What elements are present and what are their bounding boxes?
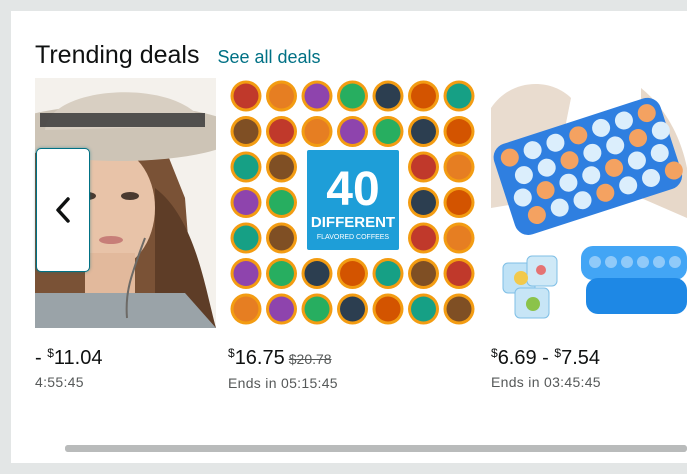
section-title: Trending deals xyxy=(35,41,200,69)
coffee-pod-label xyxy=(304,83,330,109)
coffee-pod-label xyxy=(375,83,401,109)
coffee-pod-label xyxy=(446,261,472,286)
list-price: $20.78 xyxy=(288,351,332,367)
deal-price: - $11.04 xyxy=(35,341,216,370)
carousel-prev-button[interactable] xyxy=(36,148,90,272)
stack-cell xyxy=(637,256,649,268)
deal-price: $16.75 $20.78 xyxy=(228,341,478,371)
coffee-pod-label xyxy=(340,83,365,109)
price-high: 7.54 xyxy=(561,347,601,369)
currency-symbol-low: $ xyxy=(491,346,498,360)
coffee-pod-label xyxy=(411,190,436,215)
coffee-pod-label xyxy=(411,83,436,109)
coffee-pod-label xyxy=(269,119,294,144)
coffee-pod-label xyxy=(411,261,436,286)
deal-timer: Ends in 03:45:45 xyxy=(491,374,687,390)
product-image-coffee[interactable]: 40 DIFFERENT FLAVORED COFFEES xyxy=(228,78,478,328)
coffee-pod-label xyxy=(233,225,259,251)
timer-label: Ends in xyxy=(228,375,277,391)
coffee-pod-label xyxy=(233,119,259,144)
stack-cell xyxy=(621,256,633,268)
timer-value: 05:15:45 xyxy=(281,375,338,391)
coffee-pod-label xyxy=(269,261,294,286)
coffee-pod-label xyxy=(340,119,365,144)
currency-symbol: $ xyxy=(228,346,235,360)
coffee-pod-label xyxy=(411,119,436,144)
coffee-pod-label xyxy=(446,83,472,109)
badge-line2: FLAVORED COFFEES xyxy=(317,234,390,241)
stack-cell xyxy=(589,256,601,268)
coffee-pod-label xyxy=(411,296,436,322)
product-image-ice-tray[interactable] xyxy=(491,78,687,328)
timer-value: 03:45:45 xyxy=(544,374,601,390)
deal-timer: 4:55:45 xyxy=(35,374,216,390)
coffee-pod-label xyxy=(233,296,259,322)
stack-cell xyxy=(605,256,617,268)
coffee-pod-label xyxy=(375,119,401,144)
stack-cell xyxy=(669,256,681,268)
coffee-pod-label xyxy=(340,261,365,286)
coffee-pod-label xyxy=(375,261,401,286)
coffee-pod-label xyxy=(446,190,472,215)
badge-number: 40 xyxy=(326,163,379,216)
price-separator: - xyxy=(536,347,555,369)
coffee-pod-label xyxy=(269,83,294,109)
carousel-scrollbar[interactable] xyxy=(65,445,687,452)
coffee-pod-label xyxy=(269,190,294,215)
section-header: Trending deals See all deals xyxy=(35,39,321,71)
timer-value: 4:55:45 xyxy=(35,374,84,390)
coffee-pod-label xyxy=(340,296,365,322)
coffee-pod-label xyxy=(375,296,401,322)
see-all-deals-link[interactable]: See all deals xyxy=(217,47,320,68)
deal-timer: Ends in 05:15:45 xyxy=(228,375,478,391)
price-value: 11.04 xyxy=(53,347,103,369)
coffee-pod-label xyxy=(304,296,330,322)
price-prefix: - xyxy=(35,347,48,369)
deal-price: $6.69 - $7.54 xyxy=(491,341,687,370)
chevron-left-icon xyxy=(56,197,70,223)
price-low: 6.69 xyxy=(497,347,537,369)
coffee-pod-label xyxy=(411,225,436,251)
coffee-pod-label xyxy=(411,154,436,180)
coffee-pod-label xyxy=(233,83,259,109)
stack-cell xyxy=(653,256,665,268)
coffee-pod-label xyxy=(233,190,259,215)
coffee-pod-label xyxy=(446,296,472,322)
timer-label: Ends in xyxy=(491,374,540,390)
trending-deals-card: Trending deals See all deals - $11.04 4:… xyxy=(11,11,687,463)
coffee-pod-label xyxy=(304,119,330,144)
deal-item-ice-tray[interactable]: $6.69 - $7.54 Ends in 03:45:45 xyxy=(491,78,687,390)
coffee-pod-label xyxy=(233,261,259,286)
scrollbar-thumb[interactable] xyxy=(65,445,687,452)
deal-item-coffee[interactable]: 40 DIFFERENT FLAVORED COFFEES $16.75 $20.… xyxy=(228,78,478,391)
coffee-pod-label xyxy=(233,154,259,180)
coffee-pod-label xyxy=(446,119,472,144)
coffee-pod-label xyxy=(446,154,472,180)
coffee-pod-label xyxy=(269,225,294,251)
badge-line1: DIFFERENT xyxy=(311,214,395,231)
coffee-pod-label xyxy=(269,296,294,322)
coffee-pod-label xyxy=(304,261,330,286)
currency-symbol: $ xyxy=(47,346,54,360)
coffee-pod-label xyxy=(269,154,294,180)
coffee-pod-label xyxy=(446,225,472,251)
price-value: 16.75 xyxy=(234,347,285,369)
